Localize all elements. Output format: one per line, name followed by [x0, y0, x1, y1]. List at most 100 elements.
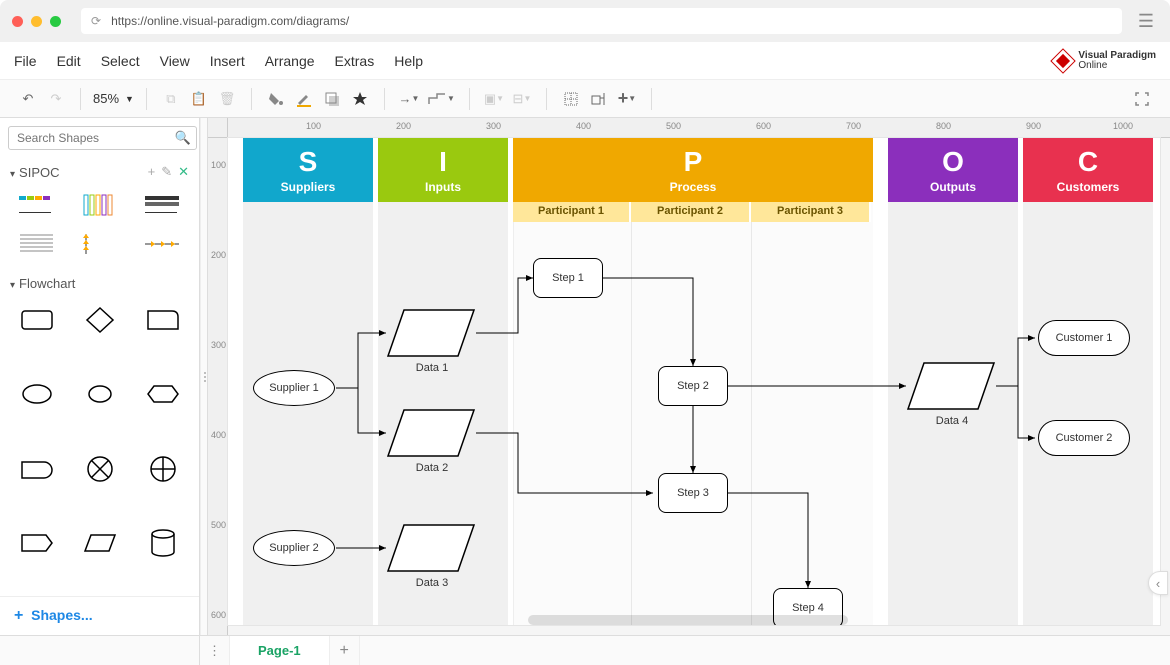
template-item[interactable] — [136, 230, 189, 258]
shape-diamond[interactable] — [73, 303, 126, 337]
node-customer-2[interactable]: Customer 2 — [1038, 420, 1130, 456]
node-step-1[interactable]: Step 1 — [533, 258, 603, 298]
brand-name-1: Visual Paradigm — [1078, 51, 1156, 61]
node-step-3[interactable]: Step 3 — [658, 473, 728, 513]
add-page-button[interactable]: + — [330, 636, 360, 665]
template-item[interactable] — [10, 192, 63, 220]
collapse-right-panel-button[interactable]: ‹ — [1148, 571, 1168, 595]
node-customer-1[interactable]: Customer 1 — [1038, 320, 1130, 356]
template-item[interactable] — [73, 192, 126, 220]
zoom-value: 85% — [93, 91, 119, 106]
sidebar-splitter[interactable] — [200, 118, 208, 635]
toolbar: ↶ ↷ 85% ▼ ⧉ 📋 🗑 →▼ ▼ ▣▼ ⊟▼ +▼ — [0, 80, 1170, 118]
participant-2[interactable]: Participant 2 — [631, 202, 751, 222]
menu-edit[interactable]: Edit — [57, 53, 81, 69]
shadow-button[interactable] — [320, 87, 344, 111]
shape-terminator[interactable] — [10, 452, 63, 486]
bring-front-button[interactable]: ▣▼ — [482, 87, 506, 111]
maximize-window-icon[interactable] — [50, 16, 61, 27]
label-data-4: Data 4 — [906, 415, 998, 427]
flowchart-shapes — [0, 297, 199, 596]
node-step-2[interactable]: Step 2 — [658, 366, 728, 406]
align-button[interactable]: ⊟▼ — [510, 87, 534, 111]
window-controls — [12, 16, 61, 27]
undo-button[interactable]: ↶ — [16, 87, 40, 111]
footer-bar: ⋮ Page-1 + — [0, 635, 1170, 665]
snap-button[interactable] — [587, 87, 611, 111]
page-menu-button[interactable]: ⋮ — [200, 636, 230, 665]
shape-ellipse[interactable] — [10, 377, 63, 411]
close-window-icon[interactable] — [12, 16, 23, 27]
menu-extras[interactable]: Extras — [335, 53, 375, 69]
more-shapes-button[interactable]: + Shapes... — [0, 596, 199, 635]
paste-button[interactable]: 📋 — [187, 87, 211, 111]
menu-select[interactable]: Select — [101, 53, 140, 69]
chevron-down-icon: ▼ — [125, 94, 134, 104]
close-section-icon[interactable]: ✕ — [178, 164, 189, 180]
column-customers[interactable]: CCustomers — [1023, 138, 1153, 625]
template-item[interactable] — [136, 192, 189, 220]
node-data-4[interactable] — [906, 361, 998, 411]
grid-button[interactable] — [559, 87, 583, 111]
shape-card[interactable] — [136, 303, 189, 337]
ruler-corner — [208, 118, 228, 138]
node-data-1[interactable] — [386, 308, 478, 358]
label-data-3: Data 3 — [386, 577, 478, 589]
shape-parallelogram[interactable] — [73, 526, 126, 560]
fill-button[interactable] — [264, 87, 288, 111]
menu-insert[interactable]: Insert — [210, 53, 245, 69]
brand-logo[interactable]: Visual Paradigm Online — [1054, 51, 1156, 71]
shape-hexagon[interactable] — [136, 377, 189, 411]
shape-circle-cross[interactable] — [73, 452, 126, 486]
label-data-1: Data 1 — [386, 362, 478, 374]
menu-arrange[interactable]: Arrange — [265, 53, 315, 69]
url-text: https://online.visual-paradigm.com/diagr… — [111, 14, 349, 28]
menu-bar: File Edit Select View Insert Arrange Ext… — [0, 42, 1170, 80]
shape-ellipse-small[interactable] — [73, 377, 126, 411]
section-flowchart-label: Flowchart — [19, 276, 75, 291]
template-item[interactable] — [10, 230, 63, 258]
participant-3[interactable]: Participant 3 — [751, 202, 871, 222]
search-input[interactable] — [8, 126, 197, 150]
add-button[interactable]: +▼ — [615, 87, 639, 111]
delete-button[interactable]: 🗑 — [215, 87, 239, 111]
node-data-3[interactable] — [386, 523, 478, 573]
edit-section-icon[interactable]: ✎ — [161, 164, 172, 180]
minimize-window-icon[interactable] — [31, 16, 42, 27]
zoom-control[interactable]: 85% ▼ — [93, 91, 134, 106]
url-bar[interactable]: ⟳ https://online.visual-paradigm.com/dia… — [81, 8, 1122, 34]
stroke-color-button[interactable] — [292, 87, 316, 111]
browser-menu-icon[interactable]: ☰ — [1134, 9, 1158, 33]
page-tab-1[interactable]: Page-1 — [230, 636, 330, 665]
menu-file[interactable]: File — [14, 53, 37, 69]
section-sipoc-label: SIPOC — [19, 165, 59, 180]
section-flowchart-header[interactable]: ▾Flowchart — [0, 270, 199, 297]
connector-waypoint-button[interactable]: ▼ — [425, 87, 457, 111]
connector-straight-button[interactable]: →▼ — [397, 87, 421, 111]
browser-chrome: ⟳ https://online.visual-paradigm.com/dia… — [0, 0, 1170, 42]
add-section-icon[interactable]: + — [148, 164, 156, 180]
fullscreen-button[interactable] — [1130, 87, 1154, 111]
participant-1[interactable]: Participant 1 — [513, 202, 631, 222]
menu-view[interactable]: View — [160, 53, 190, 69]
section-sipoc-header[interactable]: ▾SIPOC + ✎ ✕ — [0, 158, 199, 186]
canvas-horizontal-scrollbar[interactable] — [528, 615, 848, 625]
label-data-2: Data 2 — [386, 462, 478, 474]
style-button[interactable] — [348, 87, 372, 111]
shape-tag[interactable] — [10, 526, 63, 560]
node-supplier-1[interactable]: Supplier 1 — [253, 370, 335, 406]
shape-cylinder[interactable] — [136, 526, 189, 560]
node-data-2[interactable] — [386, 408, 478, 458]
node-supplier-2[interactable]: Supplier 2 — [253, 530, 335, 566]
ruler-horizontal: 100 200 300 400 500 600 700 800 900 1000 — [228, 118, 1170, 138]
shape-rounded-rect[interactable] — [10, 303, 63, 337]
shape-circle-plus[interactable] — [136, 452, 189, 486]
copy-button[interactable]: ⧉ — [159, 87, 183, 111]
search-icon[interactable]: 🔍 — [175, 130, 191, 146]
template-item[interactable] — [73, 230, 126, 258]
logo-icon — [1051, 48, 1076, 73]
menu-help[interactable]: Help — [394, 53, 423, 69]
redo-button[interactable]: ↷ — [44, 87, 68, 111]
diagram-canvas[interactable]: SSuppliers IInputs PProcess OOutputs CCu… — [228, 138, 1160, 625]
reload-icon[interactable]: ⟳ — [91, 14, 101, 28]
